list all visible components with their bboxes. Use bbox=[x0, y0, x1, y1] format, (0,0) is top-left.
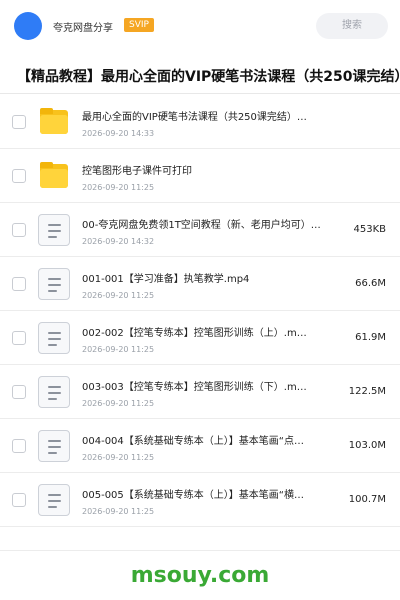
file-size: 100.7M bbox=[348, 494, 386, 505]
document-icon bbox=[38, 376, 70, 408]
file-name: 003-003【控笔专练本】控笔图形训练（下）.m… bbox=[82, 382, 307, 393]
row-checkbox[interactable] bbox=[12, 331, 26, 345]
file-date: 2026-09-20 14:33 bbox=[82, 129, 155, 138]
row-checkbox[interactable] bbox=[12, 169, 26, 183]
file-size: 66.6M bbox=[355, 278, 386, 289]
file-row[interactable]: 002-002【控笔专练本】控笔图形训练（上）.m… 2026-09-20 11… bbox=[0, 311, 400, 365]
file-name: 005-005【系统基础专练本（上）】基本笔画“横… bbox=[82, 490, 304, 501]
file-date: 2026-09-20 11:25 bbox=[82, 399, 155, 408]
row-checkbox[interactable] bbox=[12, 493, 26, 507]
file-row[interactable]: 005-005【系统基础专练本（上）】基本笔画“横… 2026-09-20 11… bbox=[0, 473, 400, 527]
file-date: 2026-09-20 11:25 bbox=[82, 453, 155, 462]
folder-icon bbox=[38, 160, 70, 192]
document-icon bbox=[38, 322, 70, 354]
file-name: 00-夸克网盘免费领1T空间教程（新、老用户均可）… bbox=[82, 220, 321, 231]
row-checkbox[interactable] bbox=[12, 223, 26, 237]
file-name: 004-004【系统基础专练本（上）】基本笔画“点… bbox=[82, 436, 304, 447]
file-name: 控笔图形电子课件可打印 bbox=[82, 166, 192, 177]
watermark: msouy.com bbox=[130, 563, 270, 588]
search-input[interactable]: 搜索 bbox=[316, 13, 388, 39]
file-date: 2026-09-20 11:25 bbox=[82, 345, 155, 354]
file-date: 2026-09-20 11:25 bbox=[82, 507, 155, 516]
file-size: 61.9M bbox=[355, 332, 386, 343]
file-size: 453KB bbox=[353, 224, 386, 235]
file-row[interactable]: 最用心全面的VIP硬笔书法课程（共250课完结）… 2026-09-20 14:… bbox=[0, 95, 400, 149]
row-checkbox[interactable] bbox=[12, 439, 26, 453]
file-row[interactable]: 001-001【学习准备】执笔教学.mp4 2026-09-20 11:25 6… bbox=[0, 257, 400, 311]
file-row[interactable]: 004-004【系统基础专练本（上）】基本笔画“点… 2026-09-20 11… bbox=[0, 419, 400, 473]
file-date: 2026-09-20 11:25 bbox=[82, 291, 155, 300]
page-title: 【精品教程】最用心全面的VIP硬笔书法课程（共250课完结） bbox=[17, 69, 400, 85]
file-date: 2026-09-20 14:32 bbox=[82, 237, 155, 246]
document-icon bbox=[38, 430, 70, 462]
document-icon bbox=[38, 484, 70, 516]
file-size: 122.5M bbox=[348, 386, 386, 397]
file-name: 002-002【控笔专练本】控笔图形训练（上）.m… bbox=[82, 328, 307, 339]
title-bar: 【精品教程】最用心全面的VIP硬笔书法课程（共250课完结） bbox=[0, 56, 400, 94]
file-size: 103.0M bbox=[348, 440, 386, 451]
file-date: 2026-09-20 11:25 bbox=[82, 183, 155, 192]
file-name: 001-001【学习准备】执笔教学.mp4 bbox=[82, 274, 250, 285]
svip-badge: SVIP bbox=[124, 18, 154, 32]
row-checkbox[interactable] bbox=[12, 385, 26, 399]
document-icon bbox=[38, 214, 70, 246]
row-checkbox[interactable] bbox=[12, 115, 26, 129]
header: 夸克网盘分享 SVIP 搜索 bbox=[0, 0, 400, 56]
row-checkbox[interactable] bbox=[12, 277, 26, 291]
document-icon bbox=[38, 268, 70, 300]
footer: msouy.com bbox=[0, 550, 400, 600]
folder-icon bbox=[38, 106, 70, 138]
avatar[interactable] bbox=[14, 12, 42, 40]
user-name: 夸克网盘分享 bbox=[53, 23, 113, 34]
file-name: 最用心全面的VIP硬笔书法课程（共250课完结）… bbox=[82, 112, 307, 123]
file-row[interactable]: 控笔图形电子课件可打印 2026-09-20 11:25 bbox=[0, 149, 400, 203]
file-row[interactable]: 00-夸克网盘免费领1T空间教程（新、老用户均可）… 2026-09-20 14… bbox=[0, 203, 400, 257]
file-row[interactable]: 003-003【控笔专练本】控笔图形训练（下）.m… 2026-09-20 11… bbox=[0, 365, 400, 419]
file-list: 最用心全面的VIP硬笔书法课程（共250课完结）… 2026-09-20 14:… bbox=[0, 95, 400, 550]
